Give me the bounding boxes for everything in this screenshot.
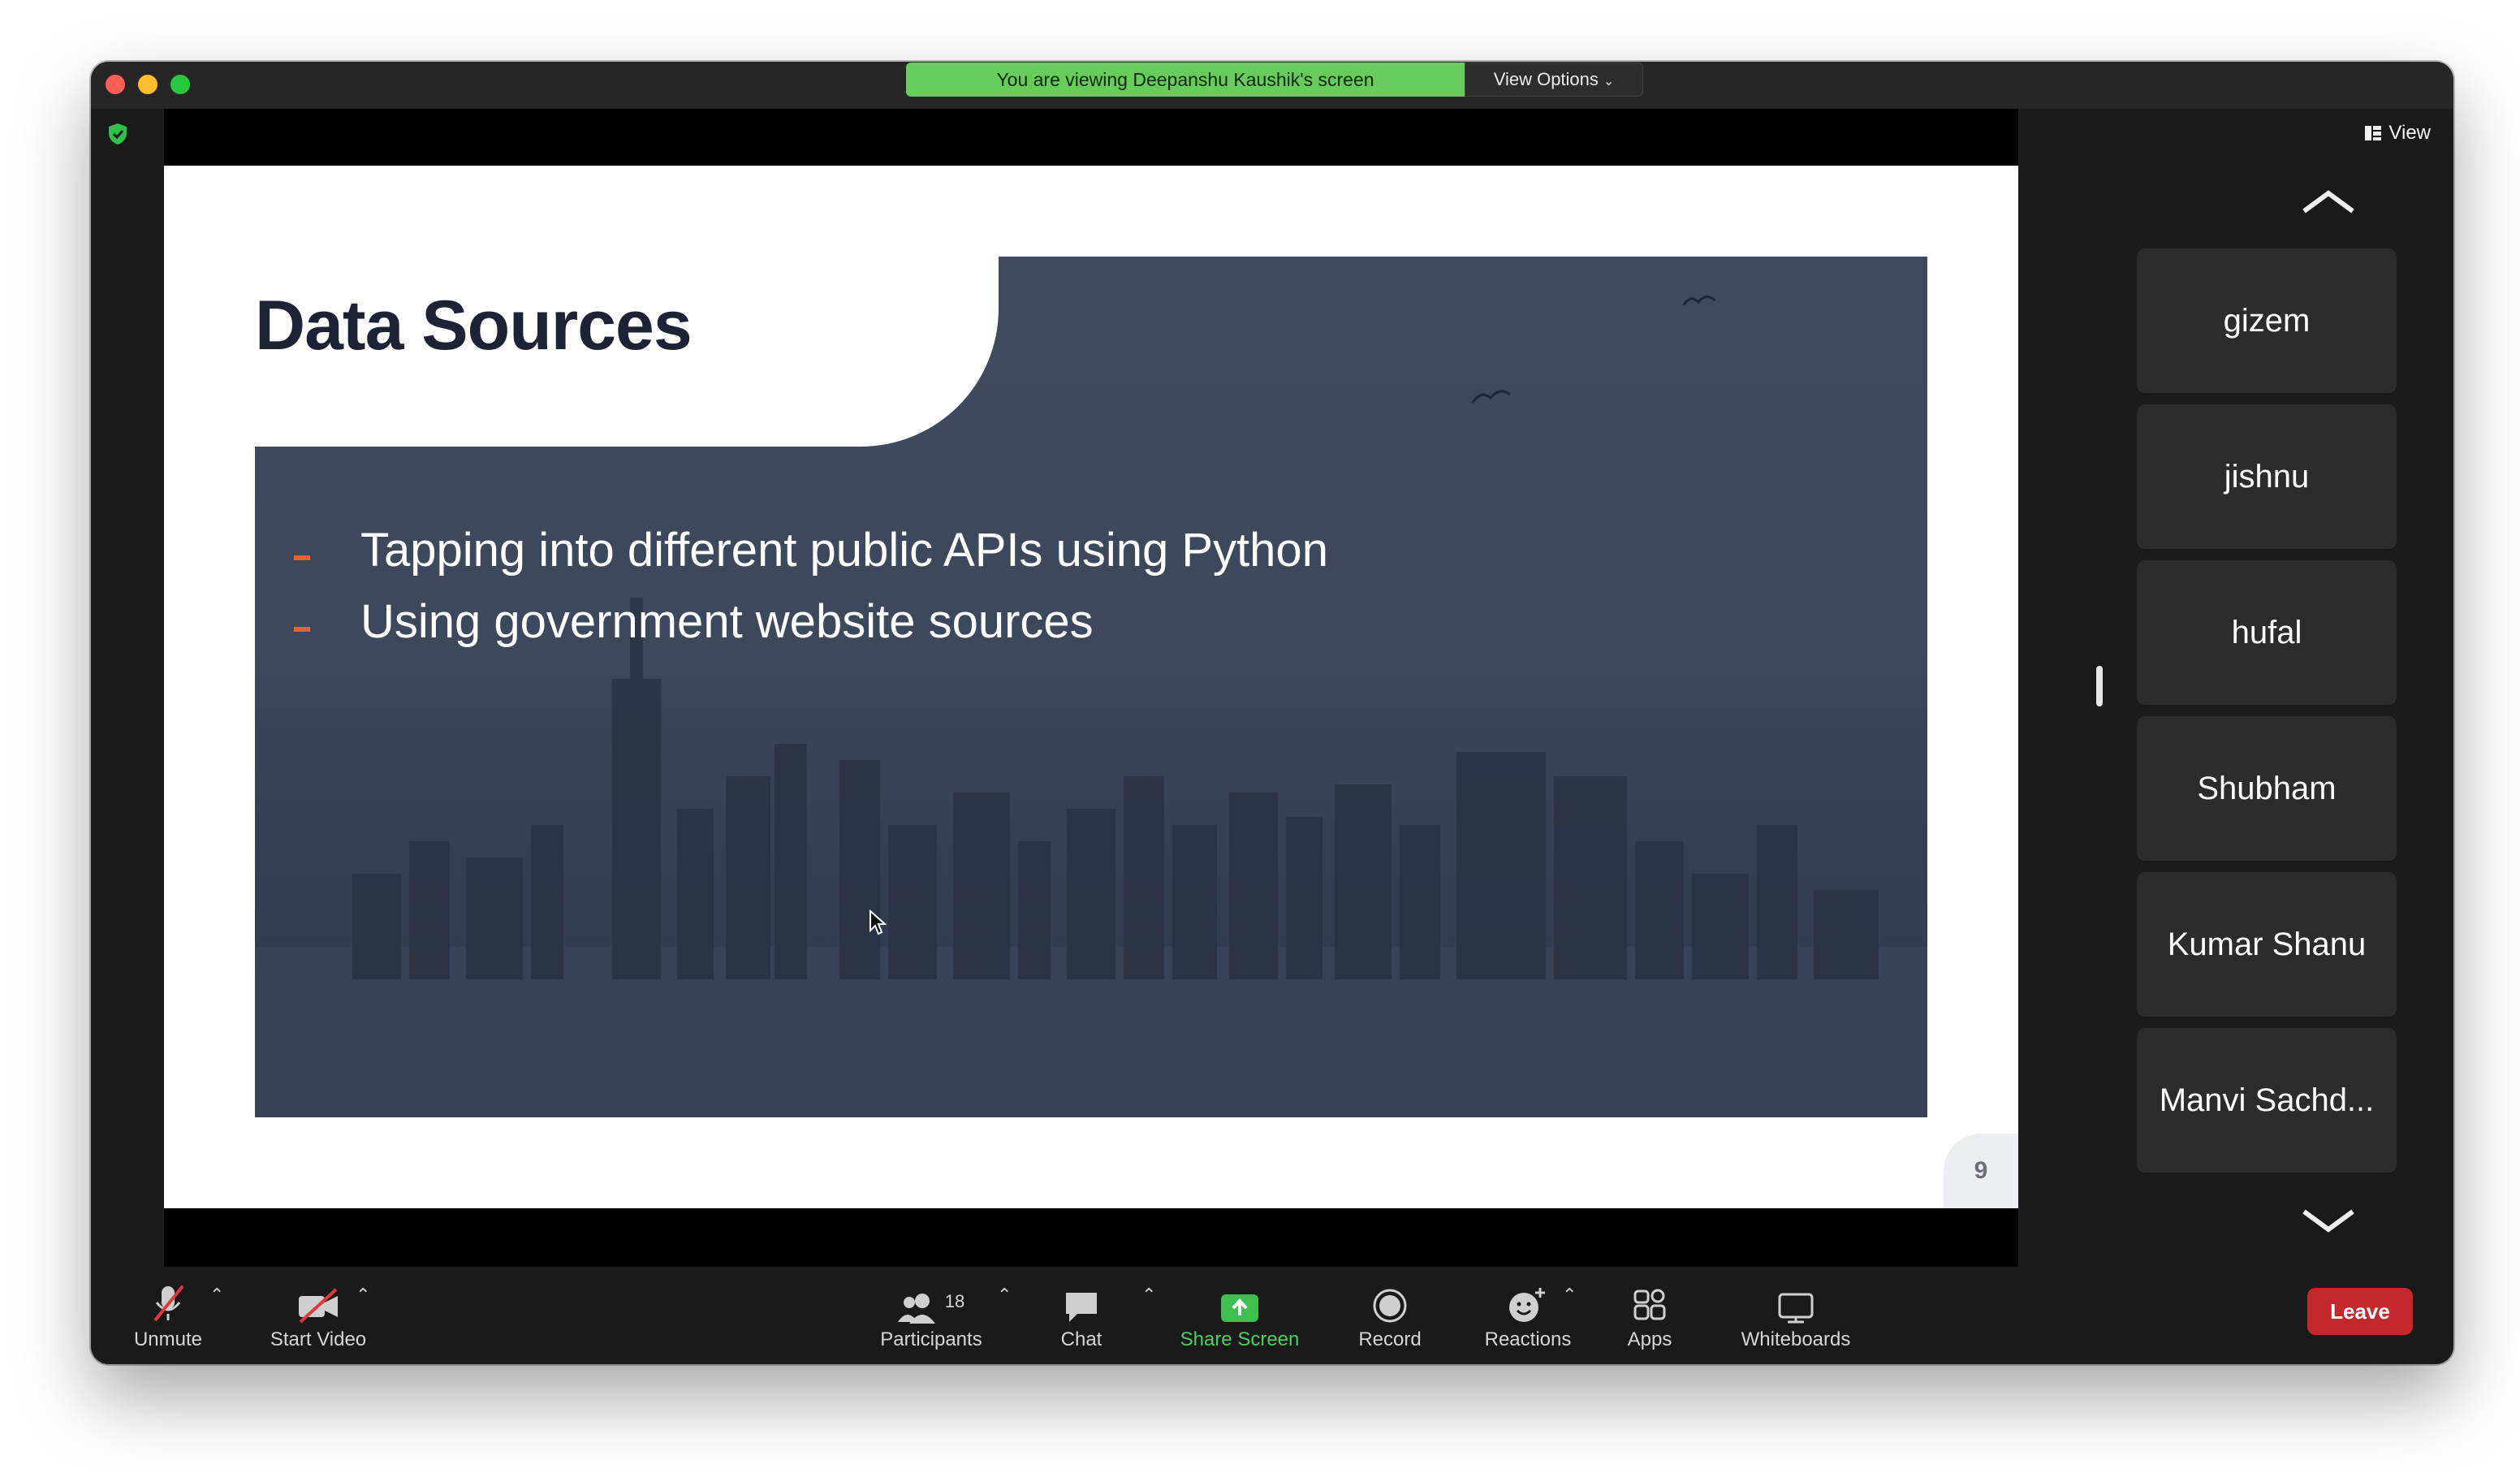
chat-bubble-icon xyxy=(1066,1293,1097,1322)
mouse-cursor-icon xyxy=(869,909,887,935)
bullet-dash xyxy=(294,555,310,560)
meeting-toolbar: Unmute ⌃ Start Video ⌃ 18 Participants ⌃… xyxy=(91,1267,2453,1364)
bullet-text: Using government website sources xyxy=(360,595,1094,648)
participants-label: Participants xyxy=(880,1328,982,1350)
share-screen-icon xyxy=(1221,1294,1258,1322)
share-screen-button[interactable]: Share Screen xyxy=(1171,1267,1309,1364)
reactions-button[interactable]: Reactions xyxy=(1471,1267,1585,1364)
unmute-label: Unmute xyxy=(133,1328,203,1350)
participant-tile[interactable]: Shubham xyxy=(2137,716,2397,861)
view-options-button[interactable]: View Options ⌄ xyxy=(1465,63,1643,97)
unmute-button[interactable]: Unmute xyxy=(123,1267,213,1364)
share-screen-label: Share Screen xyxy=(1180,1328,1300,1350)
bullet-text: Tapping into different public APIs using… xyxy=(360,524,1328,577)
apps-button[interactable]: Apps xyxy=(1601,1267,1698,1364)
participant-tile[interactable]: Manvi Sachd... xyxy=(2137,1028,2397,1173)
panel-resize-handle[interactable] xyxy=(2096,666,2103,706)
video-off-icon xyxy=(299,1288,338,1324)
view-options-label: View Options xyxy=(1493,69,1599,89)
participant-count: 18 xyxy=(944,1291,965,1311)
view-label: View xyxy=(2388,122,2431,144)
shared-screen[interactable]: Data Sources Tapping into different publ… xyxy=(164,109,2018,1278)
reactions-smiley-icon xyxy=(1509,1288,1545,1322)
participant-name: hufal xyxy=(2231,614,2302,650)
participant-name: gizem xyxy=(2223,302,2311,339)
minimize-window-button[interactable] xyxy=(138,75,158,94)
video-options-caret-icon[interactable]: ⌃ xyxy=(356,1285,370,1306)
participant-tile[interactable]: hufal xyxy=(2137,560,2397,705)
participant-tile[interactable]: jishnu xyxy=(2137,404,2397,549)
participant-name: jishnu xyxy=(2224,458,2310,495)
start-video-label: Start Video xyxy=(270,1328,367,1350)
slide-title: Data Sources xyxy=(255,287,693,365)
chevron-down-icon[interactable] xyxy=(2299,1205,2358,1234)
whiteboards-label: Whiteboards xyxy=(1741,1328,1851,1350)
whiteboard-icon xyxy=(1778,1293,1814,1324)
muted-microphone-icon xyxy=(153,1285,184,1322)
participant-name: Manvi Sachd... xyxy=(2159,1082,2375,1118)
record-icon xyxy=(1373,1289,1407,1323)
participant-tile[interactable]: Kumar Shanu xyxy=(2137,872,2397,1017)
encryption-shield-icon[interactable] xyxy=(106,122,130,146)
participants-options-caret-icon[interactable]: ⌃ xyxy=(997,1285,1012,1306)
audio-options-caret-icon[interactable]: ⌃ xyxy=(209,1285,224,1306)
apps-icon xyxy=(1633,1289,1666,1320)
chat-button[interactable]: Chat xyxy=(1033,1267,1130,1364)
participant-tile[interactable]: gizem xyxy=(2137,248,2397,393)
apps-label: Apps xyxy=(1627,1328,1672,1350)
screen-share-banner: You are viewing Deepanshu Kaushik's scre… xyxy=(906,63,1465,97)
participants-icon xyxy=(897,1294,935,1324)
zoom-window: You are viewing Deepanshu Kaushik's scre… xyxy=(91,62,2453,1364)
chat-options-caret-icon[interactable]: ⌃ xyxy=(1141,1285,1156,1306)
participants-button[interactable]: 18 Participants xyxy=(862,1267,1000,1364)
reactions-options-caret-icon[interactable]: ⌃ xyxy=(1562,1285,1577,1306)
record-button[interactable]: Record xyxy=(1341,1267,1439,1364)
record-label: Record xyxy=(1358,1328,1422,1350)
leave-button[interactable]: Leave xyxy=(2307,1288,2413,1335)
presentation-slide: Data Sources Tapping into different publ… xyxy=(164,166,2018,1208)
title-bar: You are viewing Deepanshu Kaushik's scre… xyxy=(91,62,2453,109)
fullscreen-window-button[interactable] xyxy=(170,75,190,94)
close-window-button[interactable] xyxy=(106,75,125,94)
reactions-label: Reactions xyxy=(1484,1328,1572,1350)
bullet-dash xyxy=(294,627,310,632)
participant-name: Shubham xyxy=(2197,770,2337,806)
view-layout-button[interactable]: View xyxy=(2364,122,2431,145)
start-video-button[interactable]: Start Video xyxy=(253,1267,383,1364)
slide-page-number: 9 xyxy=(1944,1134,2018,1208)
chevron-up-icon[interactable] xyxy=(2299,187,2358,216)
whiteboards-button[interactable]: Whiteboards xyxy=(1723,1267,1869,1364)
chat-label: Chat xyxy=(1060,1328,1102,1350)
chevron-down-icon: ⌄ xyxy=(1603,75,1615,89)
grid-view-icon xyxy=(2365,126,2382,140)
participant-name: Kumar Shanu xyxy=(2167,926,2367,962)
